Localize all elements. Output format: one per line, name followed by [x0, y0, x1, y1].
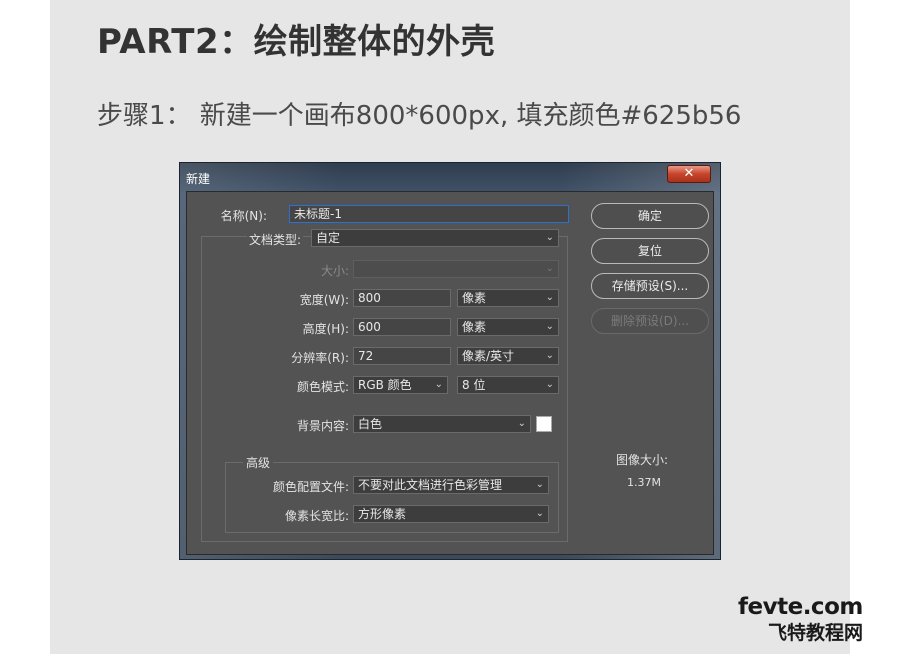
dialog-body: 名称(N): 未标题-1 文档类型: 自定 ⌄ 大小: ⌄ 宽度(W): 800… — [186, 191, 714, 555]
dialog-titlebar[interactable]: 新建 ✕ — [180, 163, 720, 191]
doc-type-value: 自定 — [316, 231, 341, 245]
background-color-swatch[interactable] — [536, 416, 552, 432]
chevron-down-icon: ⌄ — [545, 379, 554, 390]
image-size-label: 图像大小: — [616, 453, 669, 467]
color-mode-label: 颜色模式: — [296, 380, 349, 394]
pixel-aspect-label: 像素长宽比: — [284, 509, 349, 523]
color-profile-select[interactable]: 不要对此文档进行色彩管理 ⌄ — [353, 476, 549, 494]
name-input[interactable]: 未标题-1 — [289, 205, 569, 223]
size-label: 大小: — [320, 264, 349, 278]
width-input[interactable]: 800 — [353, 289, 451, 307]
chevron-down-icon: ⌄ — [545, 321, 554, 332]
image-size-value: 1.37M — [627, 476, 661, 489]
color-mode-value: RGB 颜色 — [358, 378, 412, 392]
close-icon: ✕ — [683, 166, 695, 181]
save-preset-button[interactable]: 存储预设(S)... — [591, 273, 709, 299]
advanced-legend: 高级 — [243, 454, 274, 471]
color-profile-label: 颜色配置文件: — [272, 480, 349, 494]
height-input[interactable]: 600 — [353, 318, 451, 336]
resolution-unit-value: 像素/英寸 — [462, 349, 515, 363]
reset-button[interactable]: 复位 — [591, 238, 709, 264]
pixel-aspect-value: 方形像素 — [358, 507, 407, 521]
background-value: 白色 — [358, 417, 383, 431]
chevron-down-icon: ⌄ — [434, 379, 443, 390]
step-description: 步骤1： 新建一个画布800*600px, 填充颜色#625b56 — [97, 101, 742, 131]
delete-preset-button: 删除预设(D)... — [591, 308, 709, 334]
chevron-down-icon: ⌄ — [545, 292, 554, 303]
background-select[interactable]: 白色 ⌄ — [353, 415, 531, 433]
chevron-down-icon: ⌄ — [535, 508, 544, 519]
dialog-title: 新建 — [186, 172, 211, 186]
ok-button[interactable]: 确定 — [591, 203, 709, 229]
resolution-unit-select[interactable]: 像素/英寸 ⌄ — [457, 347, 559, 365]
width-unit-select[interactable]: 像素 ⌄ — [457, 289, 559, 307]
chevron-down-icon: ⌄ — [545, 232, 554, 243]
close-button[interactable]: ✕ — [667, 165, 711, 183]
doc-type-select[interactable]: 自定 ⌄ — [311, 229, 559, 247]
new-document-dialog: 新建 ✕ 名称(N): 未标题-1 文档类型: 自定 ⌄ 大小: ⌄ 宽度(W)… — [179, 162, 721, 560]
section-heading: PART2：绘制整体的外壳 — [97, 22, 496, 62]
resolution-label: 分辨率(R): — [291, 351, 349, 365]
width-unit-value: 像素 — [462, 291, 487, 305]
chevron-down-icon: ⌄ — [545, 263, 554, 274]
bit-depth-value: 8 位 — [462, 378, 486, 392]
color-mode-select[interactable]: RGB 颜色 ⌄ — [353, 376, 448, 394]
height-label: 高度(H): — [302, 322, 349, 336]
pixel-aspect-select[interactable]: 方形像素 ⌄ — [353, 505, 549, 523]
width-label: 宽度(W): — [299, 293, 349, 307]
height-unit-select[interactable]: 像素 ⌄ — [457, 318, 559, 336]
chevron-down-icon: ⌄ — [517, 418, 526, 429]
background-label: 背景内容: — [296, 419, 349, 433]
watermark-domain: fevte.com — [738, 594, 863, 620]
height-unit-value: 像素 — [462, 320, 487, 334]
chevron-down-icon: ⌄ — [535, 479, 544, 490]
chevron-down-icon: ⌄ — [545, 350, 554, 361]
color-profile-value: 不要对此文档进行色彩管理 — [358, 478, 503, 492]
size-select: ⌄ — [353, 260, 559, 278]
name-label: 名称(N): — [220, 209, 267, 223]
doc-type-label: 文档类型: — [246, 231, 303, 248]
bit-depth-select[interactable]: 8 位 ⌄ — [457, 376, 559, 394]
resolution-input[interactable]: 72 — [353, 347, 451, 365]
watermark-name: 飞特教程网 — [768, 622, 864, 644]
